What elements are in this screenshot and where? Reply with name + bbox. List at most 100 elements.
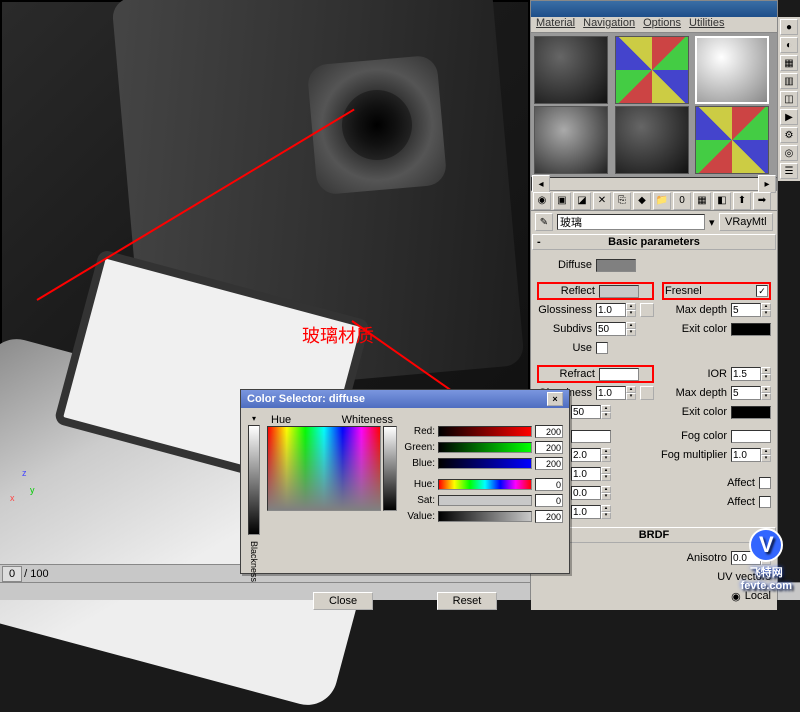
- make-preview-icon[interactable]: ▶: [780, 109, 798, 125]
- exitcolor-swatch[interactable]: [731, 323, 771, 336]
- material-slot[interactable]: [695, 106, 769, 174]
- material-editor-titlebar[interactable]: [531, 1, 777, 17]
- material-slot[interactable]: [615, 106, 689, 174]
- sat-input[interactable]: [535, 494, 563, 507]
- map-slot-button[interactable]: [640, 386, 654, 400]
- hue-slider-label: Hue:: [403, 479, 435, 490]
- refract-swatch[interactable]: [599, 368, 639, 381]
- show-result-icon[interactable]: ◧: [713, 192, 731, 210]
- fresnel-checkbox[interactable]: ✓: [756, 285, 768, 297]
- menu-utilities[interactable]: Utilities: [686, 17, 727, 32]
- fogmult-input[interactable]: [731, 448, 761, 462]
- background-icon[interactable]: ▦: [780, 55, 798, 71]
- red-input[interactable]: [535, 425, 563, 438]
- diffuse-swatch[interactable]: [596, 259, 636, 272]
- thickness-input[interactable]: [571, 448, 601, 462]
- translucent-swatch[interactable]: [571, 430, 611, 443]
- green-input[interactable]: [535, 441, 563, 454]
- r-maxdepth-input[interactable]: [731, 386, 761, 400]
- value-slider[interactable]: [438, 511, 532, 522]
- material-side-toolbar: ● ◐ ▦ ▥ ◫ ▶ ⚙ ◎ ☰: [778, 17, 800, 181]
- menu-material[interactable]: Material: [533, 17, 578, 32]
- ior-input[interactable]: [731, 367, 761, 381]
- blackness-slider[interactable]: [248, 425, 260, 535]
- rollout-title: Basic parameters: [608, 236, 700, 248]
- sample-type-icon[interactable]: ●: [780, 19, 798, 35]
- map-slot-button[interactable]: [640, 303, 654, 317]
- make-unique-icon[interactable]: ◆: [633, 192, 651, 210]
- use-checkbox[interactable]: [596, 342, 608, 354]
- hue-picker[interactable]: [267, 426, 381, 511]
- material-slot[interactable]: [534, 106, 608, 174]
- coef1-input[interactable]: [571, 486, 601, 500]
- material-id-icon[interactable]: 0: [673, 192, 691, 210]
- sat-slider[interactable]: [438, 495, 532, 506]
- options-icon[interactable]: ⚙: [780, 127, 798, 143]
- subdivs-input[interactable]: [596, 322, 626, 336]
- material-menu: Material Navigation Options Utilities: [531, 17, 777, 33]
- value-input[interactable]: [535, 510, 563, 523]
- local-radio-icon[interactable]: ◉: [731, 590, 741, 603]
- go-sibling-icon[interactable]: ➡: [753, 192, 771, 210]
- color-selector-titlebar[interactable]: Color Selector: diffuse ×: [241, 390, 569, 408]
- blue-slider[interactable]: [438, 458, 532, 469]
- select-by-mat-icon[interactable]: ◎: [780, 145, 798, 161]
- menu-options[interactable]: Options: [640, 17, 684, 32]
- get-material-icon[interactable]: ◉: [533, 192, 551, 210]
- scroll-right-icon[interactable]: ▸: [758, 175, 776, 193]
- glossiness-input[interactable]: [596, 303, 626, 317]
- rgb-sliders: Red: Green: Blue: Hue: Sat: Value:: [403, 424, 563, 582]
- affect-checkbox[interactable]: [759, 477, 771, 489]
- frame-current[interactable]: 0: [2, 566, 22, 582]
- material-slot-selected[interactable]: [695, 36, 769, 104]
- hue-input[interactable]: [535, 478, 563, 491]
- r-subdivs-input[interactable]: [571, 405, 601, 419]
- material-list-icon[interactable]: ☰: [780, 163, 798, 179]
- close-button[interactable]: ×: [547, 392, 563, 406]
- show-map-icon[interactable]: ▦: [693, 192, 711, 210]
- red-slider[interactable]: [438, 426, 532, 437]
- coef2-input[interactable]: [571, 505, 601, 519]
- fogcolor-swatch[interactable]: [731, 430, 771, 443]
- sample-uv-icon[interactable]: ▥: [780, 73, 798, 89]
- material-slot[interactable]: [534, 36, 608, 104]
- make-copy-icon[interactable]: ⎘: [613, 192, 631, 210]
- reset-icon[interactable]: ✕: [593, 192, 611, 210]
- blue-input[interactable]: [535, 457, 563, 470]
- r-exitcolor-label: Exit color: [662, 406, 727, 418]
- material-type-button[interactable]: VRayMtl: [719, 213, 773, 231]
- axis-x: x: [10, 493, 15, 503]
- put-library-icon[interactable]: 📁: [653, 192, 671, 210]
- affect2-checkbox[interactable]: [759, 496, 771, 508]
- subdivs-label: Subdivs: [537, 323, 592, 335]
- whiteness-slider[interactable]: [383, 426, 397, 511]
- reflect-swatch[interactable]: [599, 285, 639, 298]
- reset-button[interactable]: Reset: [437, 592, 497, 610]
- put-to-scene-icon[interactable]: ▣: [553, 192, 571, 210]
- multiplier-input[interactable]: [571, 467, 601, 481]
- material-name-input[interactable]: [557, 214, 705, 230]
- backlight-icon[interactable]: ◐: [780, 37, 798, 53]
- maxdepth-input[interactable]: [731, 303, 761, 317]
- material-toolbar: ◉ ▣ ◪ ✕ ⎘ ◆ 📁 0 ▦ ◧ ⬆ ➡: [531, 191, 777, 211]
- pick-icon[interactable]: ✎: [535, 213, 553, 231]
- slot-scrollbar[interactable]: ◂ ▸: [531, 177, 777, 191]
- video-check-icon[interactable]: ◫: [780, 91, 798, 107]
- menu-navigation[interactable]: Navigation: [580, 17, 638, 32]
- axis-z: z: [22, 468, 27, 478]
- close-button[interactable]: Close: [313, 592, 373, 610]
- assign-icon[interactable]: ◪: [573, 192, 591, 210]
- green-label: Green:: [403, 442, 435, 453]
- r-glossiness-input[interactable]: [596, 386, 626, 400]
- scroll-left-icon[interactable]: ◂: [532, 175, 550, 193]
- glossiness-label: Glossiness: [537, 304, 592, 316]
- rollout-basic-header[interactable]: - Basic parameters: [532, 234, 776, 250]
- value-label: Value:: [403, 511, 435, 522]
- go-parent-icon[interactable]: ⬆: [733, 192, 751, 210]
- hue-slider[interactable]: [438, 479, 532, 490]
- refract-label: Refract: [540, 368, 595, 380]
- green-slider[interactable]: [438, 442, 532, 453]
- dropdown-icon[interactable]: ▾: [709, 216, 715, 229]
- material-slot[interactable]: [615, 36, 689, 104]
- r-exitcolor-swatch[interactable]: [731, 406, 771, 419]
